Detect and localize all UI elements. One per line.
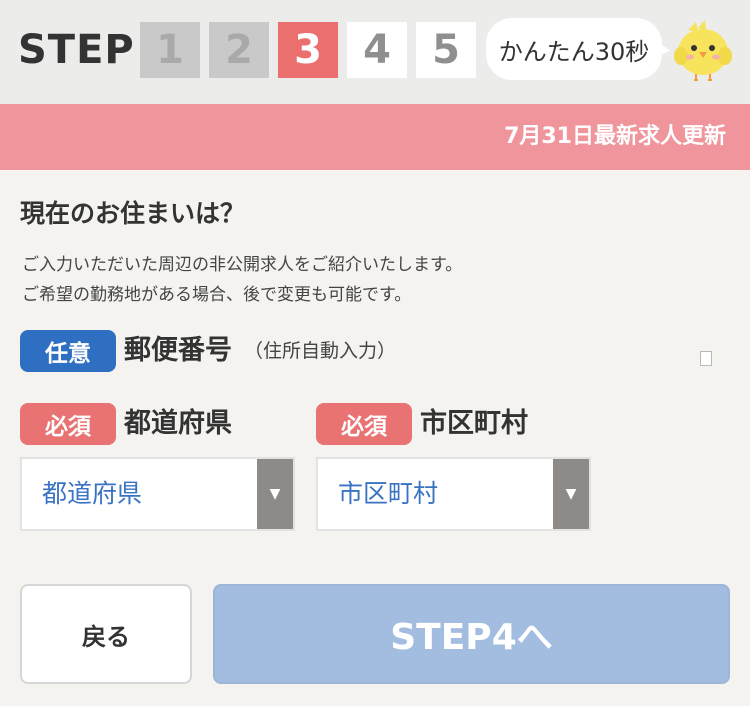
optional-badge: 任意 — [20, 330, 116, 372]
description-line-1: ご入力いただいた周辺の非公開求人をご紹介いたします。 — [22, 255, 463, 275]
chevron-down-icon[interactable]: ▼ — [553, 459, 589, 529]
description-line-2: ご希望の勤務地がある場合、後で変更も可能です。 — [22, 285, 412, 305]
step-1-indicator: 1 — [140, 22, 200, 78]
back-button[interactable]: 戻る — [20, 584, 192, 684]
city-label: 市区町村 — [420, 408, 528, 439]
city-select-value: 市区町村 — [338, 479, 439, 508]
postal-code-input-marker[interactable] — [700, 351, 712, 366]
prefecture-select[interactable]: 都道府県 ▼ — [20, 457, 295, 531]
step-label: STEP — [18, 27, 135, 73]
chevron-down-icon[interactable]: ▼ — [257, 459, 293, 529]
postal-code-note: （住所自動入力） — [244, 340, 397, 362]
city-select[interactable]: 市区町村 ▼ — [316, 457, 591, 531]
chick-icon — [674, 20, 732, 81]
prefecture-required-badge: 必須 — [20, 403, 116, 445]
postal-code-label: 郵便番号 — [124, 335, 232, 366]
prefecture-select-value: 都道府県 — [42, 479, 143, 508]
next-step-button[interactable]: STEP4へ — [213, 584, 730, 684]
update-banner: 7月31日最新求人更新 — [0, 104, 750, 170]
prefecture-label: 都道府県 — [124, 408, 232, 439]
speech-bubble: かんたん30秒 — [486, 18, 662, 80]
step-4-indicator: 4 — [347, 22, 407, 78]
step-3-indicator: 3 — [278, 22, 338, 78]
city-required-badge: 必須 — [316, 403, 412, 445]
question-title: 現在のお住まいは？ — [20, 199, 246, 228]
update-banner-text: 7月31日最新求人更新 — [504, 124, 726, 149]
question-description: ご入力いただいた周辺の非公開求人をご紹介いたします。 ご希望の勤務地がある場合、… — [22, 250, 722, 310]
progress-header: STEP 1 2 3 4 5 かんたん30秒 — [0, 0, 750, 104]
speech-bubble-tail — [656, 42, 670, 58]
step-2-indicator: 2 — [209, 22, 269, 78]
step-5-indicator: 5 — [416, 22, 476, 78]
